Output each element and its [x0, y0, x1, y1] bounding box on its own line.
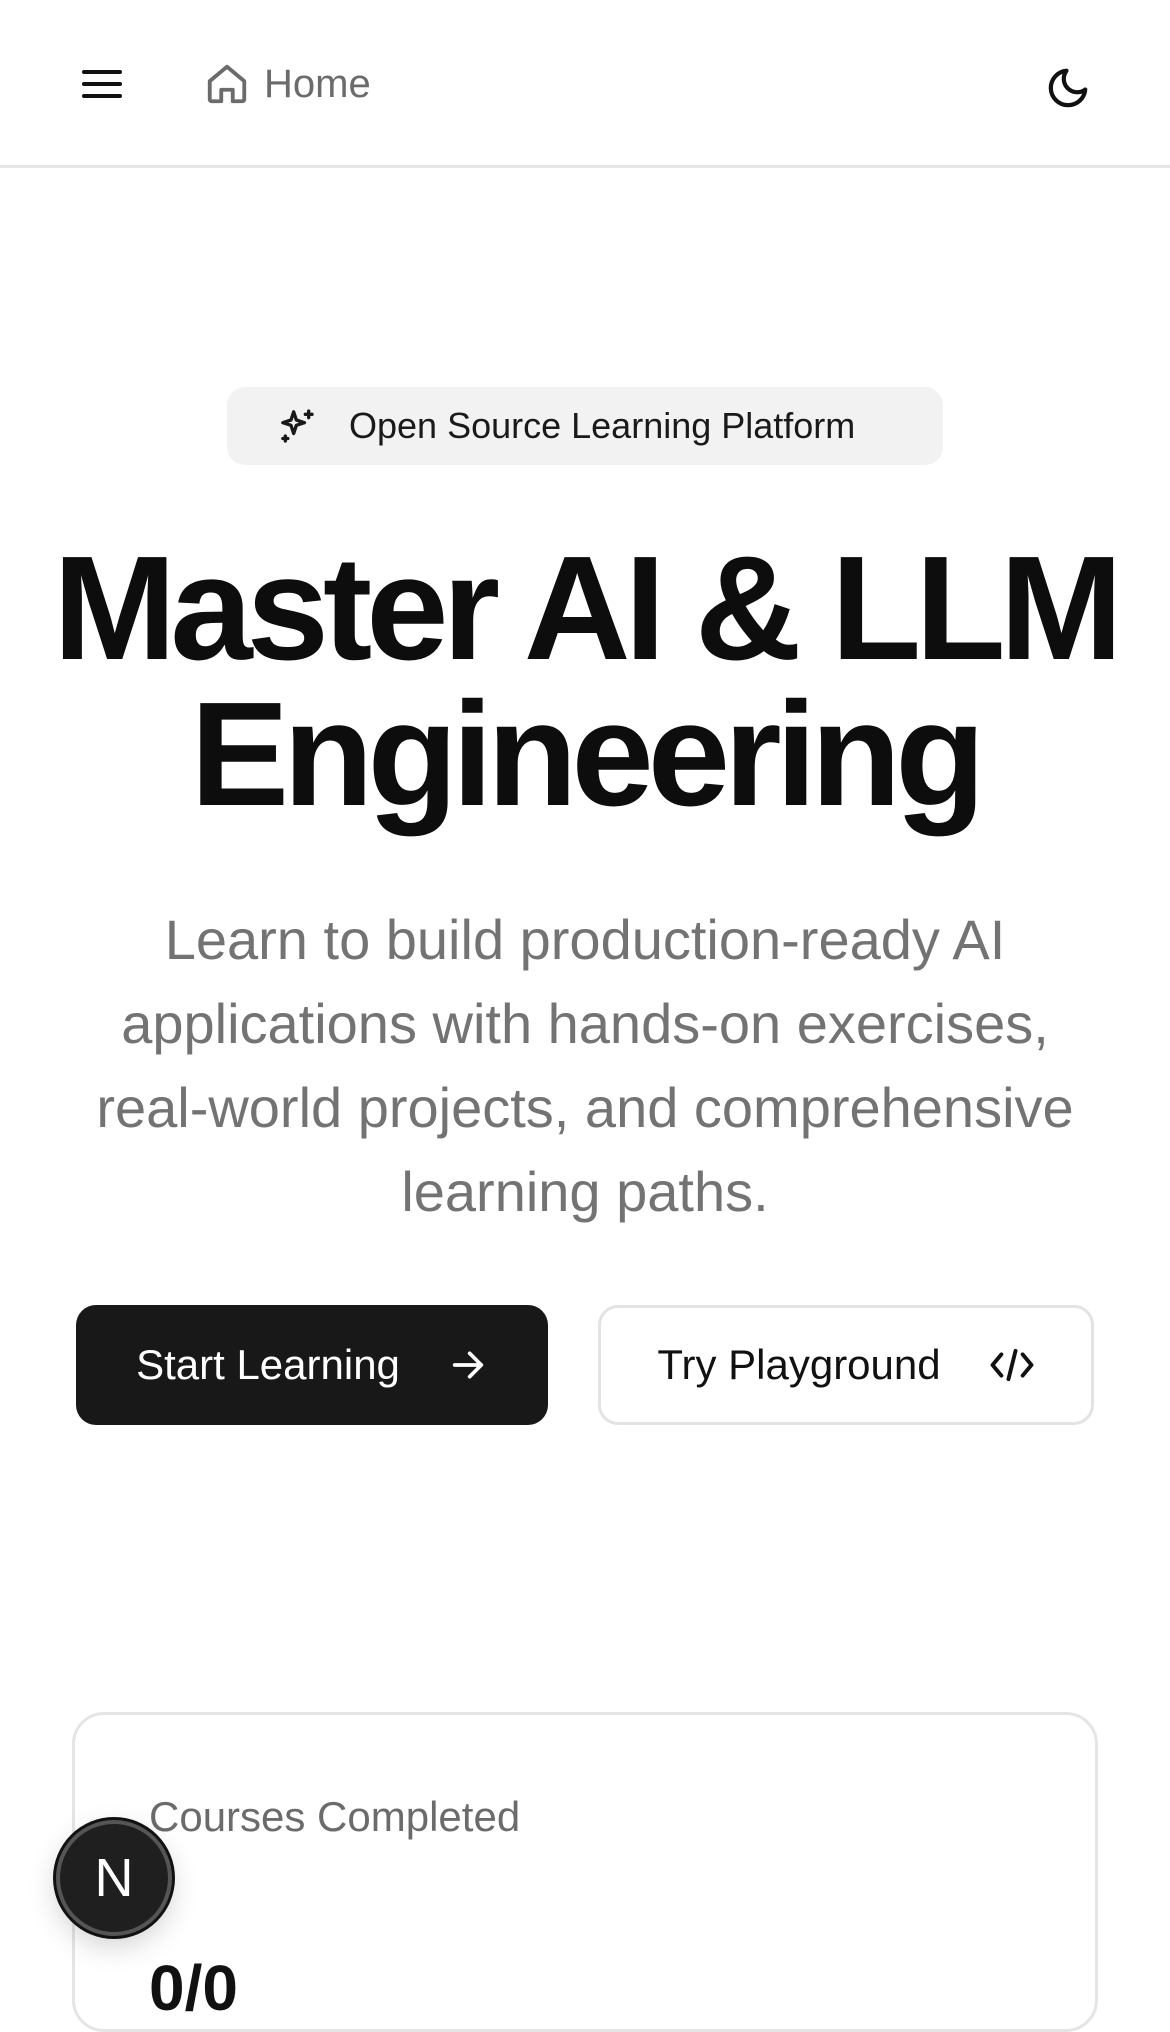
house-icon — [207, 64, 247, 104]
home-label: Home — [264, 61, 371, 106]
courses-completed-label: Courses Completed — [149, 1793, 521, 1840]
start-learning-label: Start Learning — [136, 1341, 400, 1388]
moon-icon — [1048, 68, 1088, 108]
try-playground-label: Try Playground — [657, 1341, 941, 1388]
hamburger-menu-icon — [82, 70, 122, 98]
hero-title: Master AI & LLM Engineering — [40, 535, 1130, 829]
badge-text: Open Source Learning Platform — [349, 405, 856, 446]
home-breadcrumb-link[interactable]: Home — [204, 52, 371, 116]
floating-n-badge-button[interactable]: N — [56, 1820, 172, 1936]
menu-button[interactable] — [68, 56, 136, 112]
n-badge-letter: N — [94, 1848, 134, 1908]
hero-title-line-2: Engineering — [190, 672, 985, 837]
hero-subtitle: Learn to build production-ready AI appli… — [96, 908, 1074, 1223]
code-icon — [990, 1348, 1034, 1382]
sparkles-icon — [281, 409, 314, 443]
theme-toggle-button[interactable] — [1036, 56, 1100, 120]
courses-completed-card: Courses Completed 0/0 — [72, 1712, 1098, 2032]
top-navigation-bar: Home — [0, 0, 1170, 168]
hero-title-line-1: Master AI & LLM — [53, 526, 1123, 691]
try-playground-button[interactable]: Try Playground — [598, 1305, 1094, 1425]
courses-completed-value: 0/0 — [149, 1952, 238, 2024]
start-learning-button[interactable]: Start Learning — [76, 1305, 548, 1425]
open-source-badge: Open Source Learning Platform — [227, 387, 943, 465]
arrow-right-icon — [452, 1351, 484, 1379]
